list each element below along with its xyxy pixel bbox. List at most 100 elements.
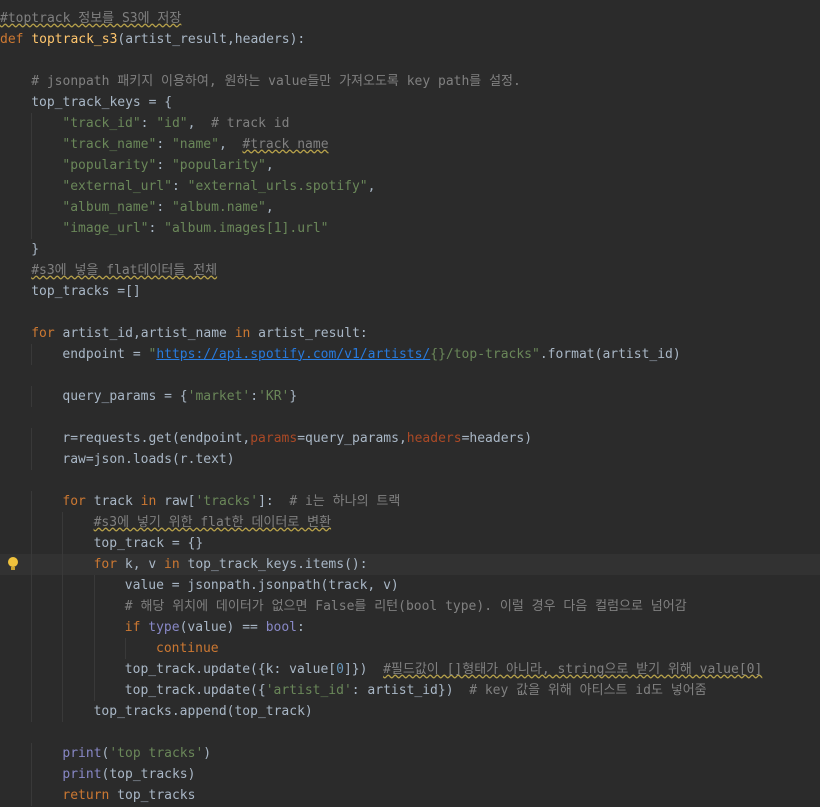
code-line[interactable]: return top_tracks [0,784,820,806]
code-line[interactable]: continue [0,637,820,659]
code-token: } [289,388,298,404]
code-token: in [234,325,251,341]
code-token: "popularity" [62,157,157,173]
code-line[interactable]: # 해당 위치에 데이터가 없으면 False를 리턴(bool type). … [0,595,820,617]
code-token: print [62,766,102,782]
code-line[interactable]: r=requests.get(endpoint,params=query_par… [0,427,820,449]
code-token: # key 값을 위해 아티스트 id도 넣어줌 [469,682,707,698]
code-line[interactable] [0,50,820,71]
code-line[interactable]: top_track.update({'artist_id': artist_id… [0,679,820,701]
code-line[interactable]: raw=json.loads(r.text) [0,448,820,470]
code-editor[interactable]: #toptrack 정보를 S3에 저장 def toptrack_s3(arti… [0,0,820,807]
code-text: top_track = {} [94,533,204,554]
code-line[interactable] [0,470,820,491]
code-line[interactable]: if type(value) == bool: [0,616,820,638]
code-token: 'artist_id' [265,682,352,698]
code-token: top_track_keys.items(): [179,556,368,572]
code-line[interactable]: "popularity": "popularity", [0,154,820,176]
code-line[interactable]: #toptrack 정보를 S3에 저장 [0,8,820,29]
indent-guide [31,448,33,470]
code-line[interactable]: print(top_tracks) [0,763,820,785]
code-text: "album_name": "album.name", [62,197,273,218]
code-line[interactable]: print('top tracks') [0,742,820,764]
code-token: bool [265,619,297,635]
indent-guide [62,511,64,533]
code-text: raw=json.loads(r.text) [62,449,234,470]
code-token: "album.images[1].url" [164,220,329,236]
code-token: (value) == [179,619,266,635]
indent-guide [62,616,64,638]
code-token: #track name [242,136,329,152]
code-text: # 해당 위치에 데이터가 없으면 False를 리턴(bool type). … [125,596,687,617]
code-token: 'KR' [258,388,290,404]
code-text: top_tracks =[] [31,281,141,302]
code-line[interactable]: top_tracks.append(top_track) [0,700,820,722]
code-line[interactable]: top_track_keys = { [0,92,820,113]
indent-guide [93,616,95,638]
lightbulb-icon[interactable] [8,556,18,570]
indent-guide [31,133,33,155]
code-line[interactable]: query_params = {'market':'KR'} [0,385,820,407]
code-token: #s3에 넣기 위한 flat한 데이터로 변환 [93,514,332,530]
code-line[interactable]: "track_id": "id", # track id [0,112,820,134]
code-text: top_track.update({'artist_id': artist_id… [125,680,707,701]
indent-guide [31,532,33,554]
code-line[interactable]: # jsonpath 패키지 이용하여, 원하는 value들만 가져오도록 k… [0,71,820,92]
indent-guide [31,553,33,575]
code-token: for [31,325,55,341]
code-line[interactable]: top_track.update({k: value[0]}) #필드값이 []… [0,658,820,680]
code-line[interactable]: value = jsonpath.jsonpath(track, v) [0,574,820,596]
code-line[interactable] [0,407,820,428]
code-token: #toptrack 정보를 S3에 저장 [0,10,182,26]
code-token: top_track_keys = { [31,94,173,110]
code-text: print(top_tracks) [62,764,195,785]
code-token: , [265,157,274,173]
code-token: : [148,220,165,236]
code-token: , [367,178,376,194]
code-token: "popularity" [171,157,266,173]
code-line[interactable]: #s3에 넣을 flat데이터들 전체 [0,260,820,281]
code-line[interactable]: for k, v in top_track_keys.items(): [0,553,820,575]
code-token: "name" [171,136,219,152]
code-text: "image_url": "album.images[1].url" [62,218,328,239]
code-text: for track in raw['tracks']: # i는 하나의 트랙 [62,491,400,512]
code-line[interactable]: } [0,239,820,260]
code-text: top_tracks.append(top_track) [94,701,313,722]
code-token: raw=json.loads(r.text) [62,451,235,467]
code-token: #s3에 넣을 flat데이터들 전체 [31,262,218,278]
code-line[interactable]: for artist_id,artist_name in artist_resu… [0,323,820,344]
code-line[interactable] [0,302,820,323]
code-token: : [156,157,172,173]
code-token: # i는 하나의 트랙 [289,493,401,509]
code-line[interactable]: for track in raw['tracks']: # i는 하나의 트랙 [0,490,820,512]
code-token: endpoint = [62,346,149,362]
code-line[interactable]: "album_name": "album.name", [0,196,820,218]
code-line[interactable] [0,722,820,743]
indent-guide [31,700,33,722]
code-token: "image_url" [62,220,149,236]
indent-guide [31,595,33,617]
code-line[interactable]: top_track = {} [0,532,820,554]
code-line[interactable]: endpoint = "https://api.spotify.com/v1/a… [0,343,820,365]
indent-guide [31,427,33,449]
code-text: query_params = {'market':'KR'} [62,386,297,407]
code-token: (artist_result,headers): [117,31,306,47]
indent-guide [31,742,33,764]
code-token: , [187,115,212,131]
code-line[interactable]: "external_url": "external_urls.spotify", [0,175,820,197]
code-line[interactable] [0,365,820,386]
code-text: endpoint = "https://api.spotify.com/v1/a… [62,344,680,365]
indent-guide [31,658,33,680]
code-line[interactable]: "image_url": "album.images[1].url" [0,217,820,239]
code-token: top_tracks.append(top_track) [93,703,313,719]
code-line[interactable]: top_tracks =[] [0,281,820,302]
code-line[interactable]: #s3에 넣기 위한 flat한 데이터로 변환 [0,511,820,533]
code-text: } [31,239,39,260]
code-token: =headers) [461,430,533,446]
code-token: : artist_id}) [351,682,470,698]
indent-guide [62,595,64,617]
code-line[interactable]: "track_name": "name", #track name [0,133,820,155]
indent-guide [124,637,126,659]
code-text: continue [156,638,219,659]
code-line[interactable]: def toptrack_s3(artist_result,headers): [0,29,820,50]
